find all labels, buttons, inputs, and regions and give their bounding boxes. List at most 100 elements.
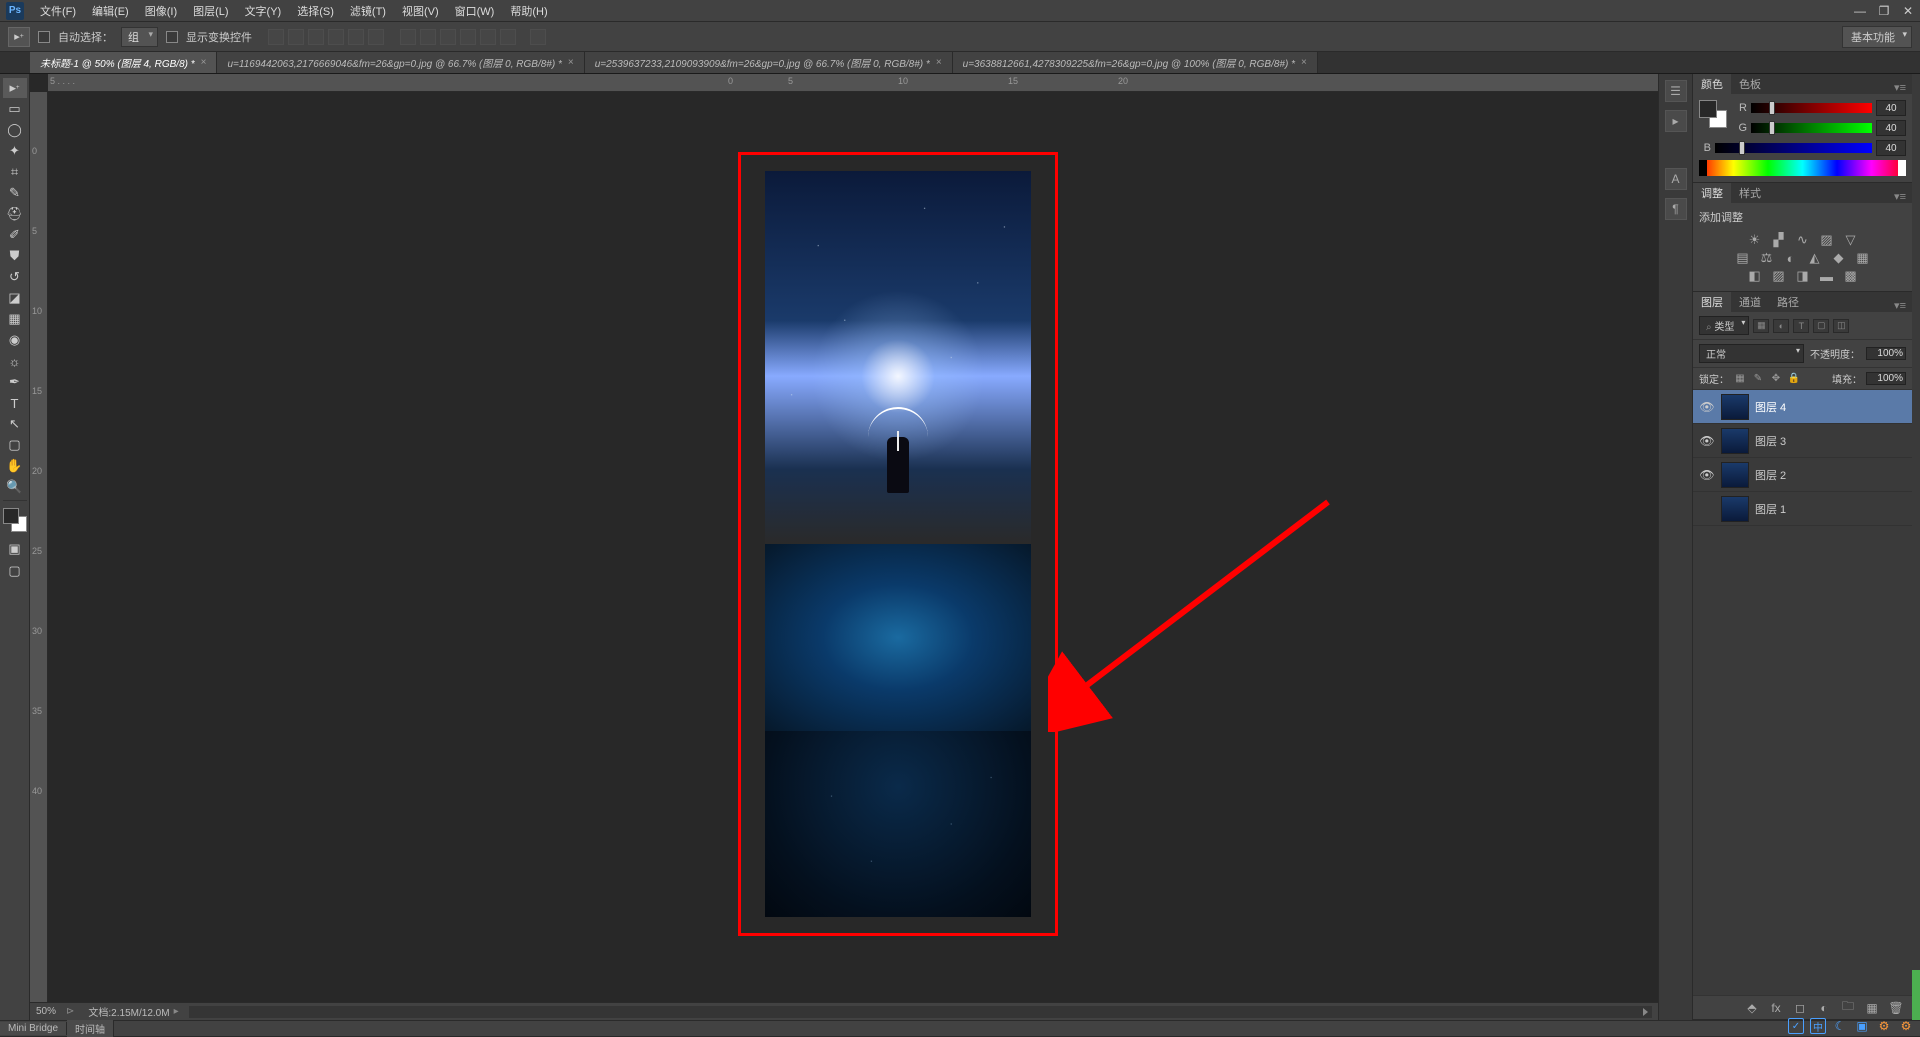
tab-mini-bridge[interactable]: Mini Bridge bbox=[0, 1022, 67, 1035]
new-layer-icon[interactable]: ▦ bbox=[1864, 1000, 1880, 1016]
panel-menu-icon[interactable]: ▾≡ bbox=[1888, 190, 1912, 203]
eraser-tool[interactable]: ◪ bbox=[3, 288, 27, 308]
layer-name[interactable]: 图层 3 bbox=[1755, 433, 1786, 449]
current-tool-indicator[interactable]: ▸+ bbox=[8, 27, 30, 47]
black-white-icon[interactable]: ◐ bbox=[1782, 249, 1800, 267]
ime-lang-icon[interactable]: 中 bbox=[1810, 1018, 1826, 1034]
ime-check-icon[interactable]: ✓ bbox=[1788, 1018, 1804, 1034]
minimize-icon[interactable]: — bbox=[1848, 2, 1872, 20]
menu-layer[interactable]: 图层(L) bbox=[185, 3, 236, 19]
tab-color[interactable]: 颜色 bbox=[1693, 74, 1731, 94]
type-tool[interactable]: T bbox=[3, 393, 27, 413]
spectrum-strip[interactable] bbox=[1699, 160, 1906, 176]
distribute-left-icon[interactable] bbox=[460, 29, 476, 45]
tab-swatches[interactable]: 色板 bbox=[1731, 74, 1769, 94]
lock-transparency-icon[interactable]: ▦ bbox=[1733, 372, 1747, 386]
settings-icon[interactable]: ⚙ bbox=[1876, 1018, 1892, 1034]
filter-pixel-icon[interactable]: ▦ bbox=[1753, 319, 1769, 333]
visibility-toggle[interactable]: 👁 bbox=[1699, 434, 1715, 448]
menu-select[interactable]: 选择(S) bbox=[289, 3, 342, 19]
crop-tool[interactable]: ⌗ bbox=[3, 162, 27, 182]
brightness-icon[interactable]: ☀ bbox=[1746, 231, 1764, 249]
workspace-selector[interactable]: 基本功能 bbox=[1842, 26, 1912, 48]
tab-close-icon[interactable]: × bbox=[936, 57, 942, 68]
layer-name[interactable]: 图层 1 bbox=[1755, 501, 1786, 517]
align-bottom-icon[interactable] bbox=[308, 29, 324, 45]
layer-item[interactable]: 👁 图层 3 bbox=[1693, 424, 1912, 458]
menu-filter[interactable]: 滤镜(T) bbox=[342, 3, 394, 19]
align-top-icon[interactable] bbox=[268, 29, 284, 45]
panel-menu-icon[interactable]: ▾≡ bbox=[1888, 299, 1912, 312]
tab-layers[interactable]: 图层 bbox=[1693, 292, 1731, 312]
blur-tool[interactable]: ◉ bbox=[3, 330, 27, 350]
zoom-value[interactable]: 50% bbox=[36, 1006, 56, 1017]
dodge-tool[interactable]: ☼ bbox=[3, 351, 27, 371]
lasso-tool[interactable]: ◯ bbox=[3, 120, 27, 140]
color-lookup-icon[interactable]: ▦ bbox=[1854, 249, 1872, 267]
b-slider[interactable] bbox=[1715, 143, 1872, 153]
actions-panel-icon[interactable]: ▸ bbox=[1665, 110, 1687, 132]
blend-mode-dropdown[interactable]: 正常 bbox=[1699, 344, 1804, 363]
close-icon[interactable]: ✕ bbox=[1896, 2, 1920, 20]
align-left-icon[interactable] bbox=[328, 29, 344, 45]
zoom-tool[interactable]: 🔍 bbox=[3, 477, 27, 497]
filter-smart-icon[interactable]: ◫ bbox=[1833, 319, 1849, 333]
adjustment-layer-icon[interactable]: ◐ bbox=[1816, 1000, 1832, 1016]
pen-tool[interactable]: ✒ bbox=[3, 372, 27, 392]
tab-styles[interactable]: 样式 bbox=[1731, 183, 1769, 203]
distribute-vcenter-icon[interactable] bbox=[420, 29, 436, 45]
layer-thumbnail[interactable] bbox=[1721, 394, 1749, 420]
hue-sat-icon[interactable]: ▤ bbox=[1734, 249, 1752, 267]
layer-thumbnail[interactable] bbox=[1721, 428, 1749, 454]
settings2-icon[interactable]: ⚙ bbox=[1898, 1018, 1914, 1034]
filter-type-icon[interactable]: T bbox=[1793, 319, 1809, 333]
foreground-swatch[interactable] bbox=[3, 508, 19, 524]
menu-window[interactable]: 窗口(W) bbox=[447, 3, 503, 19]
distribute-hcenter-icon[interactable] bbox=[480, 29, 496, 45]
tab-channels[interactable]: 通道 bbox=[1731, 292, 1769, 312]
channel-mixer-icon[interactable]: ◆ bbox=[1830, 249, 1848, 267]
filter-shape-icon[interactable]: ▢ bbox=[1813, 319, 1829, 333]
g-slider[interactable] bbox=[1751, 123, 1872, 133]
tab-close-icon[interactable]: × bbox=[1301, 57, 1307, 68]
auto-select-checkbox[interactable] bbox=[38, 31, 50, 43]
document-tab[interactable]: u=2539637233,2109093909&fm=26&gp=0.jpg @… bbox=[585, 52, 953, 73]
fill-input[interactable]: 100% bbox=[1866, 372, 1906, 385]
panel-color-swatches[interactable] bbox=[1699, 100, 1727, 128]
document-tab[interactable]: u=1169442063,2176669046&fm=26&gp=0.jpg @… bbox=[217, 52, 584, 73]
auto-select-target-dropdown[interactable]: 组 bbox=[121, 27, 158, 47]
tab-timeline[interactable]: 时间轴 bbox=[67, 1020, 114, 1037]
layer-item[interactable]: 图层 1 bbox=[1693, 492, 1912, 526]
brush-tool[interactable]: ✐ bbox=[3, 225, 27, 245]
group-icon[interactable]: 🗀 bbox=[1840, 1000, 1856, 1016]
delete-layer-icon[interactable]: 🗑 bbox=[1888, 1000, 1904, 1016]
posterize-icon[interactable]: ▨ bbox=[1770, 267, 1788, 285]
moon-icon[interactable]: ☾ bbox=[1832, 1018, 1848, 1034]
levels-icon[interactable]: ▞ bbox=[1770, 231, 1788, 249]
curves-icon[interactable]: ∿ bbox=[1794, 231, 1812, 249]
tab-paths[interactable]: 路径 bbox=[1769, 292, 1807, 312]
exposure-icon[interactable]: ▨ bbox=[1818, 231, 1836, 249]
marquee-tool[interactable]: ▭ bbox=[3, 99, 27, 119]
menu-view[interactable]: 视图(V) bbox=[394, 3, 447, 19]
opacity-input[interactable]: 100% bbox=[1866, 347, 1906, 360]
show-transform-checkbox[interactable] bbox=[166, 31, 178, 43]
align-vcenter-icon[interactable] bbox=[288, 29, 304, 45]
selective-color-icon[interactable]: ▩ bbox=[1842, 267, 1860, 285]
character-panel-icon[interactable]: A bbox=[1665, 168, 1687, 190]
document-tab[interactable]: u=3638812661,4278309225&fm=26&gp=0.jpg @… bbox=[953, 52, 1318, 73]
tab-close-icon[interactable]: × bbox=[201, 57, 207, 68]
distribute-bottom-icon[interactable] bbox=[440, 29, 456, 45]
clone-stamp-tool[interactable]: ⛊ bbox=[3, 246, 27, 266]
filter-adjust-icon[interactable]: ◐ bbox=[1773, 319, 1789, 333]
magic-wand-tool[interactable]: ✦ bbox=[3, 141, 27, 161]
b-input[interactable] bbox=[1876, 140, 1906, 156]
distribute-right-icon[interactable] bbox=[500, 29, 516, 45]
lock-all-icon[interactable]: 🔒 bbox=[1787, 372, 1801, 386]
color-balance-icon[interactable]: ⚖ bbox=[1758, 249, 1776, 267]
canvas-content[interactable] bbox=[48, 92, 1658, 1002]
quickmask-icon[interactable]: ▣ bbox=[3, 539, 27, 559]
eyedropper-tool[interactable]: ✎ bbox=[3, 183, 27, 203]
gradient-map-icon[interactable]: ▬ bbox=[1818, 267, 1836, 285]
healing-brush-tool[interactable]: ⛑ bbox=[3, 204, 27, 224]
